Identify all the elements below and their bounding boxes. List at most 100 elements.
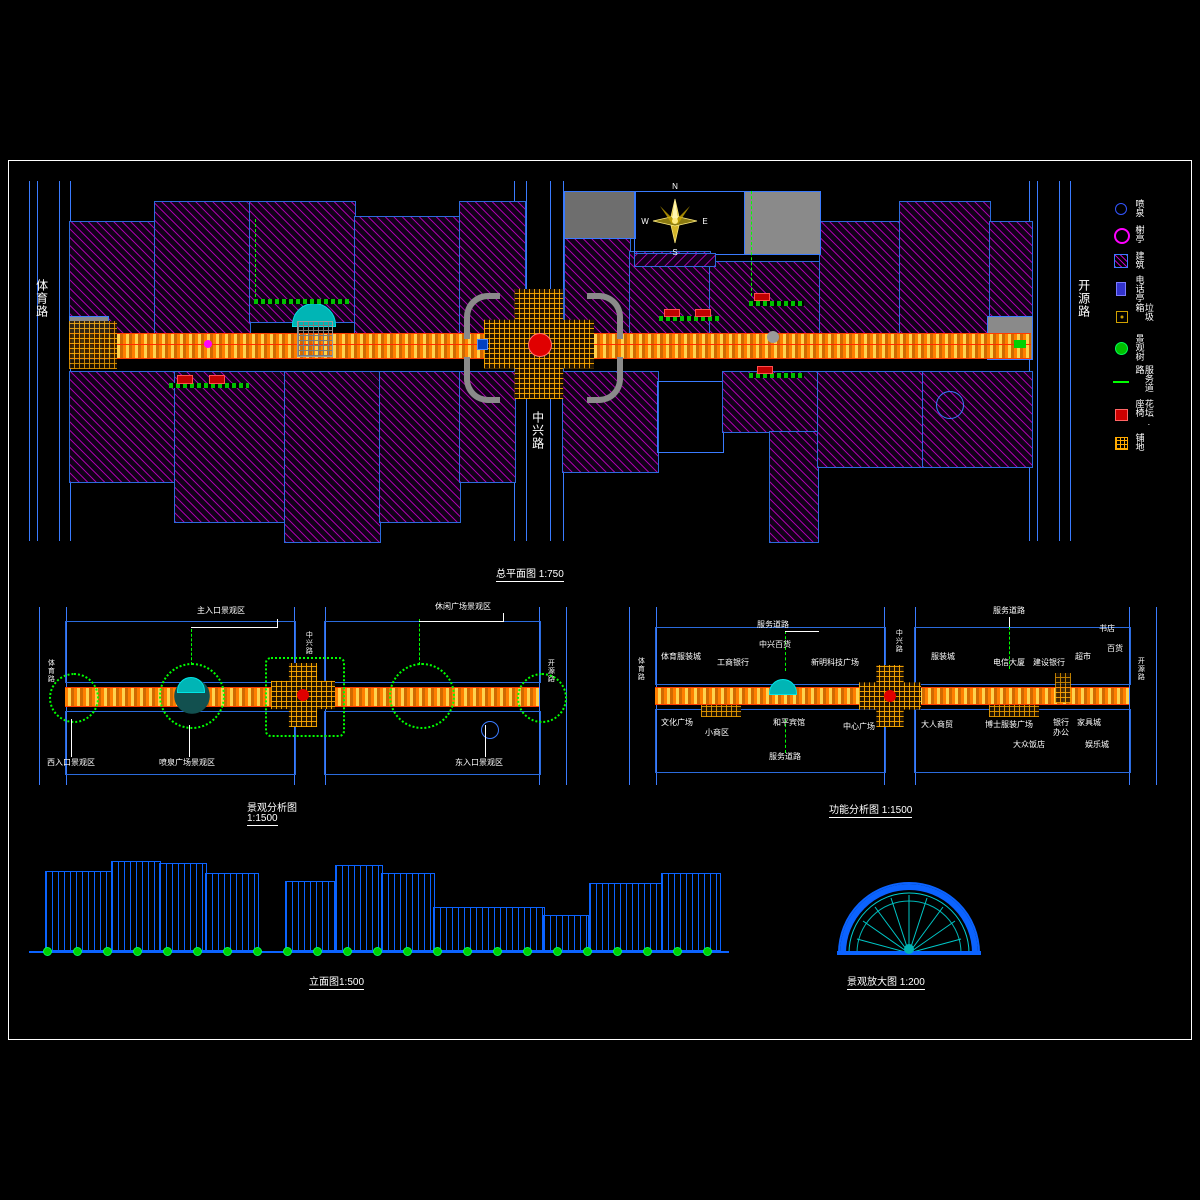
landscape-tree-symbol (1113, 340, 1129, 355)
elevation-building (433, 907, 545, 951)
master-plan-title: 总平面图 1:750 (496, 569, 564, 582)
callout-service-road: 服务道路 (757, 620, 789, 629)
elevation-building (45, 871, 113, 951)
service-road-line (785, 631, 786, 671)
svg-text:E: E (702, 217, 707, 226)
road-label-center: 中兴路 (530, 411, 545, 450)
legend-label: 服务道路 (1134, 365, 1154, 392)
callout-telecom-building: 电信大厦 (993, 658, 1025, 667)
road-line (1059, 181, 1060, 541)
callout-leader (419, 621, 503, 622)
landscape-node (159, 663, 225, 729)
telephone-booth-symbol (1113, 281, 1129, 296)
service-road-line (751, 191, 752, 296)
elevation-building (543, 915, 589, 951)
road-tiyu-lu (29, 181, 71, 541)
landscape-analysis-plan: 中兴路 体育路 开源路 主入口景观区 休闲广场景观区 西入口景观区 喷泉广场景观… (19, 601, 579, 791)
legend-label: 喷泉 (1134, 199, 1145, 217)
callout-fountain-plaza: 喷泉广场景观区 (159, 758, 215, 767)
building-block (379, 371, 461, 523)
tree-row (254, 299, 349, 304)
callout-culture-plaza: 文化广场 (661, 718, 693, 727)
flowerbed-bench-symbol (1113, 407, 1129, 421)
landscape-node (517, 673, 567, 723)
elevation-building (381, 873, 435, 951)
flowerbed (664, 309, 680, 317)
callout-east-entrance: 东入口景观区 (455, 758, 503, 767)
paving-patch (989, 705, 1039, 717)
telephone-booth (477, 339, 488, 350)
road-kaiyuan-lu (1129, 607, 1157, 785)
callout-heping-hotel: 和平宾馆 (773, 718, 805, 727)
road-label-center: 中兴路 (895, 629, 903, 653)
pavilion-symbol (1113, 227, 1130, 244)
flowerbed (754, 293, 770, 301)
elevation-building (205, 873, 259, 951)
callout-leisure-plaza: 休闲广场景观区 (435, 602, 491, 611)
legend-item: 榭亭 (1113, 221, 1185, 247)
service-road-line (191, 629, 192, 665)
landscape-node (49, 673, 99, 723)
road-label-west: 体育路 (34, 279, 49, 318)
legend-label: 榭亭 (1134, 225, 1145, 243)
callout-entertainment-city: 娱乐城 (1085, 740, 1109, 749)
building-block (174, 371, 286, 523)
landscape-analysis-title: 景观分析图 (247, 803, 297, 814)
callout-xinming-tech-plaza: 新明科技广场 (811, 658, 859, 667)
callout-boshi-clothing-plaza: 博士服装广场 (985, 720, 1033, 729)
elevation-building (285, 881, 337, 951)
legend-item: 铺地 (1113, 429, 1185, 455)
building-block (817, 371, 924, 468)
legend-label: 垃圾箱 (1134, 303, 1154, 321)
plaza-area (564, 191, 636, 239)
building-block (69, 371, 176, 483)
function-analysis-title: 功能分析图 1:1500 (829, 805, 913, 818)
flowerbed (695, 309, 711, 317)
callout-dazhong-restaurant: 大众饭店 (1013, 740, 1045, 749)
callout-west-entrance: 西入口景观区 (47, 758, 95, 767)
fountain-icon (204, 340, 212, 348)
elevation-title: 立面图1:500 (309, 977, 365, 990)
elevation-building (589, 883, 663, 951)
elevation-building (111, 861, 161, 951)
flowerbed (209, 375, 225, 384)
service-road-symbol (1113, 375, 1129, 389)
road-line (59, 181, 60, 541)
fountain-center (884, 690, 896, 702)
drawing-sheet: 体育路 开源路 中兴路 N S E W 总平面图 1:750 喷泉 榭亭 建筑 … (8, 160, 1192, 1040)
legend-label: 铺地 (1134, 433, 1145, 451)
callout-service-road: 服务道路 (993, 606, 1025, 615)
roundabout (481, 721, 499, 739)
plaza-curve (464, 293, 500, 339)
callout-bank-office: 办公 (1053, 728, 1069, 737)
trash-bin-symbol (1113, 309, 1129, 323)
elevation-building (159, 863, 207, 951)
svg-text:W: W (641, 217, 649, 226)
roundabout (936, 391, 964, 419)
service-road-line (255, 219, 256, 297)
plaza-area (744, 191, 821, 255)
flowerbed (757, 366, 773, 374)
callout-icbc: 工商银行 (717, 658, 749, 667)
road-label-east: 开源路 (1076, 279, 1091, 318)
landscape-analysis-scale: 1:1500 (247, 813, 278, 826)
legend-item: 花坛.座椅 (1113, 399, 1185, 429)
tree-row (29, 947, 729, 957)
legend-label: 建筑 (1134, 251, 1145, 269)
paving-patch (701, 705, 741, 717)
building-block (722, 371, 819, 433)
road-label-west: 体育路 (47, 659, 55, 683)
legend-item: 电话亭 (1113, 273, 1185, 303)
building-block (922, 371, 1033, 468)
legend-label: 电话亭 (1134, 274, 1145, 302)
building-symbol (1113, 253, 1129, 268)
master-plan: 体育路 开源路 中兴路 N S E W (9, 161, 1099, 561)
callout-bank: 银行 (1053, 718, 1069, 727)
callout-leader (277, 619, 278, 628)
callout-sports-clothing: 体育服装城 (661, 652, 701, 661)
flowerbed (177, 375, 193, 384)
legend: 喷泉 榭亭 建筑 电话亭 垃圾箱 景观树 服务道路 花坛.座椅 铺地 (1113, 195, 1185, 455)
landscape-detail-title: 景观放大图 1:200 (847, 977, 925, 990)
landscape-node (389, 663, 455, 729)
callout-leader (485, 725, 486, 757)
